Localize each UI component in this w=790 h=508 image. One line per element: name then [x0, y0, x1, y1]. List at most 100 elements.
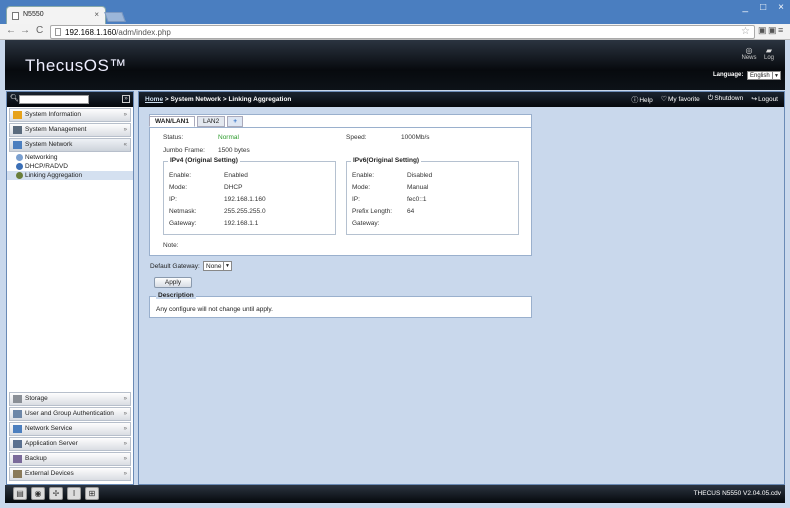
sidebar-subitem-label: Linking Aggregation — [25, 172, 83, 179]
default-gateway-select[interactable]: None ▼ — [203, 261, 232, 271]
favorite-label: My favorite — [667, 96, 700, 103]
ipv6-prefix-value: 64 — [407, 208, 415, 215]
shutdown-label: Shutdown — [714, 95, 744, 102]
help-icon: ⓘ — [631, 97, 639, 104]
language-select[interactable]: English ▼ — [747, 71, 781, 80]
sidebar-subitem-linking-aggregation[interactable]: Linking Aggregation — [7, 171, 133, 180]
tools-icon — [13, 126, 22, 134]
expand-icon: » — [123, 396, 127, 402]
info-icon — [13, 111, 22, 119]
tab-wan-lan1[interactable]: WAN/LAN1 — [149, 116, 195, 127]
ipv6-ip-value: fec0::1 — [407, 196, 427, 203]
page-icon — [12, 12, 19, 20]
sidebar-item-external-devices[interactable]: External Devices » — [9, 467, 131, 481]
ipv4-netmask-value: 255.255.255.0 — [224, 208, 266, 215]
ipv4-enable-value: Enabled — [224, 172, 248, 179]
my-favorite-button[interactable]: ♡My favorite — [661, 95, 700, 105]
sidebar-search-bar: 🔍︎ » — [7, 92, 133, 107]
search-go-button[interactable]: » — [122, 95, 130, 103]
main-toolbar: Home > System Network > Linking Aggregat… — [139, 92, 784, 107]
default-gateway-value: None — [206, 263, 222, 270]
extension-icon-2[interactable]: ▣ — [768, 25, 777, 36]
address-bar[interactable]: 192.168.1.160/adm/index.php ☆ — [50, 25, 755, 39]
description-text: Any configure will not change until appl… — [156, 306, 273, 313]
sidebar-item-network-service[interactable]: Network Service » — [9, 422, 131, 436]
storage-icon — [13, 395, 22, 403]
disk-icon[interactable]: ▤ — [13, 487, 27, 500]
ipv6-enable-value: Disabled — [407, 172, 433, 179]
tab-title: N5550 — [23, 11, 44, 18]
extension-icon[interactable]: ▣ — [758, 25, 767, 36]
ipv6-mode-value: Manual — [407, 184, 429, 191]
firmware-version: THECUS N5550 V2.04.05.cdv — [693, 490, 781, 497]
news-label: News — [741, 55, 757, 61]
sidebar-item-application-server[interactable]: Application Server » — [9, 437, 131, 451]
url-path: /adm/index.php — [116, 28, 171, 37]
search-input[interactable] — [19, 95, 89, 104]
close-window-button[interactable]: × — [778, 2, 784, 13]
news-button[interactable]: ◎ News — [739, 46, 759, 61]
expand-icon: » — [123, 471, 127, 477]
fan-icon[interactable]: ✢ — [49, 487, 63, 500]
ipv4-enable-label: Enable: — [169, 172, 192, 179]
help-label: Help — [639, 97, 653, 104]
menu-icon[interactable]: ≡ — [778, 25, 783, 35]
sidebar-item-storage[interactable]: Storage » — [9, 392, 131, 406]
sidebar-subitem-dhcp-radvd[interactable]: DHCP/RADVD — [7, 162, 133, 171]
back-icon[interactable]: ← — [6, 25, 16, 36]
network-status-icon[interactable]: ⊞ — [85, 487, 99, 500]
sidebar-item-system-management[interactable]: System Management » — [9, 123, 131, 137]
tab-lan2[interactable]: LAN2 — [196, 116, 226, 127]
shutdown-button[interactable]: ⏻Shutdown — [708, 95, 743, 105]
speed-label: Speed: — [346, 134, 367, 141]
reload-icon[interactable]: C — [36, 25, 43, 36]
status-value: Normal — [218, 134, 239, 141]
expand-icon: » — [123, 441, 127, 447]
expand-icon: » — [123, 112, 127, 118]
sidebar-item-user-group-auth[interactable]: User and Group Authentication » — [9, 407, 131, 421]
sidebar-item-system-network[interactable]: System Network « — [9, 138, 131, 152]
help-button[interactable]: ⓘHelp — [631, 95, 652, 105]
camera-icon[interactable]: ◉ — [31, 487, 45, 500]
bookmark-star-icon[interactable]: ☆ — [741, 26, 750, 37]
link-aggregation-icon — [16, 172, 23, 179]
browser-tab[interactable]: N5550 × — [6, 6, 106, 24]
description-title: Description — [156, 292, 196, 299]
ipv4-mode-value: DHCP — [224, 184, 243, 191]
sidebar-subitem-networking[interactable]: Networking — [7, 153, 133, 162]
new-tab-button[interactable] — [104, 12, 126, 22]
sidebar-item-label: User and Group Authentication — [25, 410, 114, 417]
apply-button[interactable]: Apply — [154, 277, 192, 288]
close-tab-icon[interactable]: × — [94, 10, 99, 19]
network-icon — [13, 141, 22, 149]
jumbo-frame-value: 1500 bytes — [218, 147, 250, 154]
log-button[interactable]: ▰ Log — [759, 46, 779, 61]
default-gateway-label: Default Gateway: — [150, 263, 200, 270]
thecus-logo: ThecusOS™ — [25, 56, 127, 75]
expand-icon: » — [123, 127, 127, 133]
page-info-icon — [55, 28, 61, 36]
ipv6-mode-label: Mode: — [352, 184, 371, 191]
maximize-button[interactable]: □ — [760, 2, 766, 13]
expand-icon: » — [123, 411, 127, 417]
add-tab-button[interactable]: + — [227, 116, 244, 127]
ipv4-mode-label: Mode: — [169, 184, 188, 191]
ipv4-title: IPv4 (Original Setting) — [168, 157, 240, 164]
sidebar-item-system-information[interactable]: System Information » — [9, 108, 131, 122]
ipv4-gateway-label: Gateway: — [169, 220, 197, 227]
ipv6-gateway-label: Gateway: — [352, 220, 380, 227]
breadcrumb-home-link[interactable]: Home — [145, 96, 163, 103]
thermometer-icon[interactable]: ǀ — [67, 487, 81, 500]
language-value: English — [750, 73, 770, 79]
interface-tabs: WAN/LAN1 LAN2 + — [149, 116, 244, 127]
forward-icon[interactable]: → — [20, 25, 30, 36]
breadcrumb: Home > System Network > Linking Aggregat… — [145, 96, 291, 103]
logout-button[interactable]: ↪Logout — [751, 95, 778, 105]
jumbo-frame-label: Jumbo Frame: — [163, 147, 205, 154]
minimize-button[interactable]: _ — [743, 2, 749, 13]
sidebar-item-backup[interactable]: Backup » — [9, 452, 131, 466]
speed-value: 1000Mb/s — [401, 134, 430, 141]
breadcrumb-path: > System Network > Linking Aggregation — [163, 96, 292, 103]
ipv6-title: IPv6(Original Setting) — [351, 157, 422, 164]
ipv4-netmask-label: Netmask: — [169, 208, 197, 215]
